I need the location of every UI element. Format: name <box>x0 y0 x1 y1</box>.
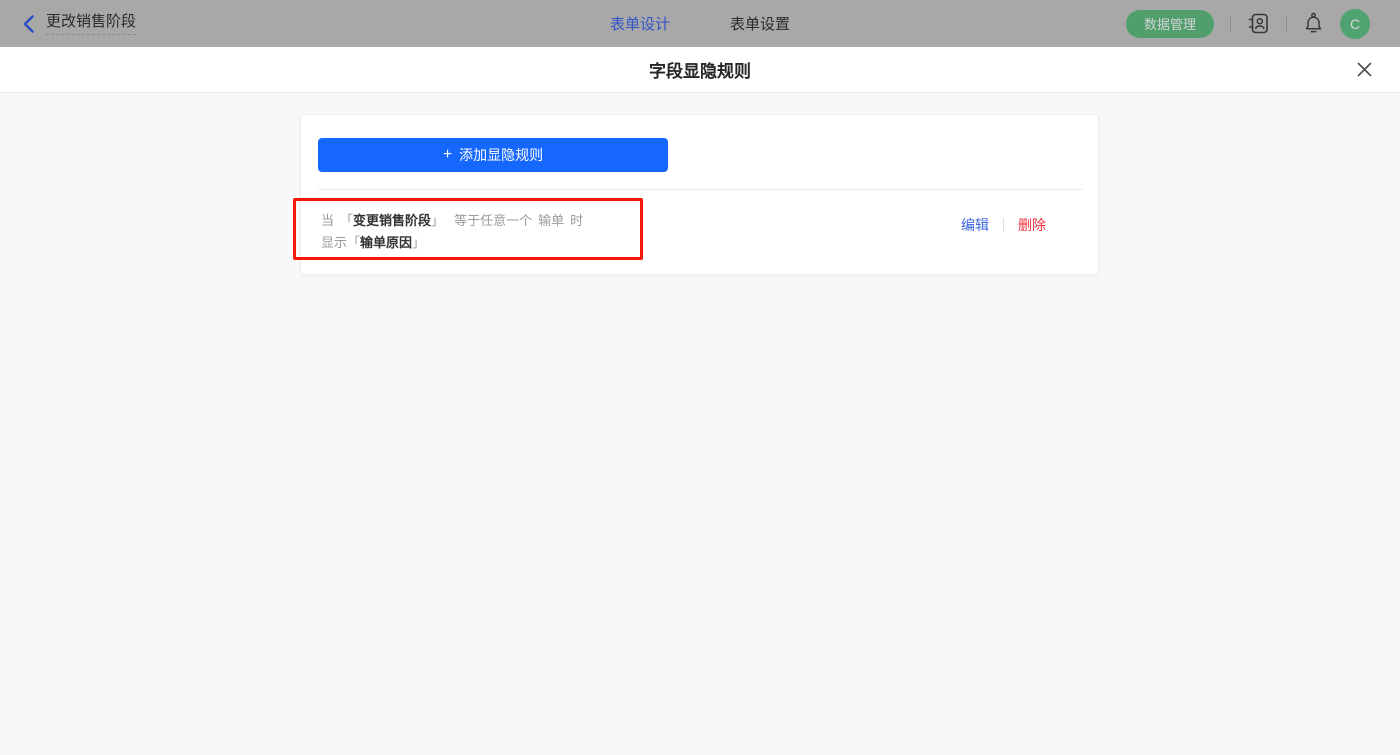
card-divider <box>318 189 1083 190</box>
bracket: 「 <box>340 213 354 228</box>
tab-form-settings[interactable]: 表单设置 <box>730 13 790 34</box>
rule-condition-line: 当「变更销售阶段」 等于任意一个 输单时 <box>321 210 583 232</box>
notification-bell-icon[interactable] <box>1303 12 1324 35</box>
rule-action-line: 显示「输单原因」 <box>321 232 583 254</box>
add-rule-label: 添加显隐规则 <box>459 147 544 163</box>
actions-divider <box>1003 218 1004 232</box>
rule-when-label: 当 <box>321 213 335 228</box>
topbar-left-group: 更改销售阶段 <box>22 0 137 47</box>
contacts-book-icon[interactable] <box>1247 12 1270 35</box>
bracket: 」 <box>431 213 445 228</box>
rule-action-label: 显示 <box>321 235 348 250</box>
user-avatar[interactable]: C <box>1340 8 1370 39</box>
back-arrow-icon[interactable] <box>22 14 35 34</box>
add-rule-button[interactable]: + 添加显隐规则 <box>318 138 668 172</box>
modal-title: 字段显隐规则 <box>649 62 751 81</box>
bracket: 」 <box>412 235 426 250</box>
modal-header: 字段显隐规则 <box>0 47 1400 93</box>
rule-description: 当「变更销售阶段」 等于任意一个 输单时 显示「输单原因」 <box>321 210 583 254</box>
top-app-bar: 更改销售阶段 表单设计 表单设置 数据管理 C <box>0 0 1400 47</box>
bracket: 「 <box>347 235 361 250</box>
tab-form-design[interactable]: 表单设计 <box>610 13 670 34</box>
rule-condition-field: 变更销售阶段 <box>353 213 432 228</box>
rule-value: 输单 <box>538 213 565 228</box>
topbar-divider <box>1230 15 1231 32</box>
topbar-right-group: 数据管理 C <box>1125 0 1370 47</box>
delete-rule-link[interactable]: 删除 <box>1018 215 1046 235</box>
data-manage-button[interactable]: 数据管理 <box>1125 9 1214 38</box>
rule-target-field: 输单原因 <box>360 235 413 250</box>
edit-rule-link[interactable]: 编辑 <box>961 215 989 235</box>
plus-icon: + <box>442 146 453 163</box>
form-name-editable[interactable]: 更改销售阶段 <box>46 13 137 35</box>
rule-actions: 编辑 删除 <box>961 215 1046 235</box>
topbar-tabs: 表单设计 表单设置 <box>610 0 790 47</box>
rule-when-suffix: 时 <box>570 213 584 228</box>
close-icon[interactable] <box>1354 60 1374 80</box>
rule-operator: 等于任意一个 <box>454 213 533 228</box>
topbar-divider <box>1286 15 1287 32</box>
field-visibility-rules-panel: + 添加显隐规则 当「变更销售阶段」 等于任意一个 输单时 显示「输单原因」 编辑 … <box>0 93 1400 755</box>
rules-card: + 添加显隐规则 当「变更销售阶段」 等于任意一个 输单时 显示「输单原因」 编辑 … <box>300 114 1099 275</box>
